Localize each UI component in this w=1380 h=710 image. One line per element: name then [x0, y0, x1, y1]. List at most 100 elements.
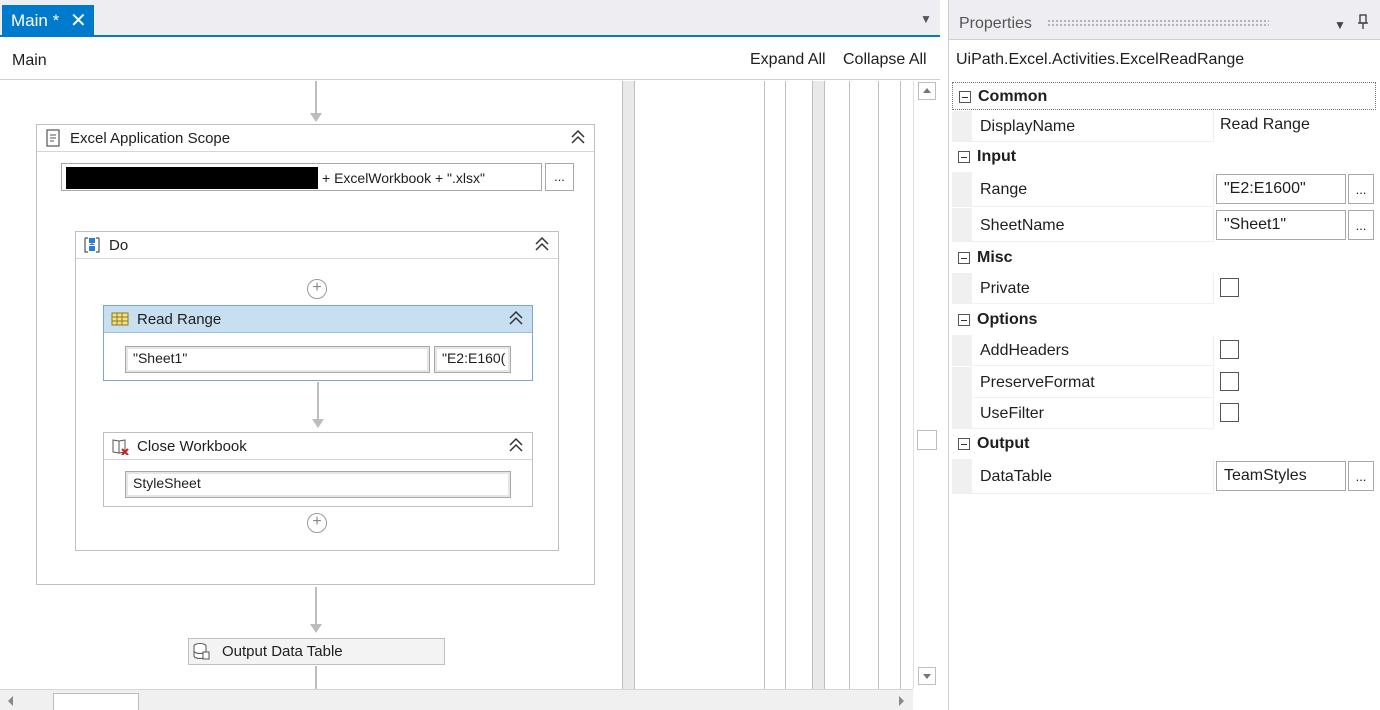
scroll-thumb[interactable] — [917, 430, 937, 450]
property-name-cell: Range — [972, 172, 1213, 207]
activity-header[interactable]: Read Range — [104, 306, 532, 333]
designer-header: Main Expand All Collapse All — [0, 38, 940, 80]
browse-button[interactable]: ... — [545, 163, 574, 191]
property-name: UseFilter — [980, 405, 1045, 422]
preserveformat-checkbox[interactable] — [1220, 372, 1239, 391]
breadcrumb[interactable]: Main — [12, 52, 47, 70]
vertical-scrollbar[interactable] — [913, 81, 939, 689]
usefilter-checkbox[interactable] — [1220, 403, 1239, 422]
workbook-path-field[interactable]: + ExcelWorkbook + ".xlsx" — [61, 163, 542, 191]
category-label: Common — [978, 88, 1048, 105]
horizontal-scrollbar[interactable] — [0, 689, 913, 710]
connector-line — [317, 382, 319, 420]
sheet-name-field[interactable]: "Sheet1" — [125, 346, 430, 373]
addheaders-checkbox[interactable] — [1220, 340, 1239, 359]
range-field[interactable]: "E2:E160( — [434, 346, 511, 373]
property-value-cell[interactable]: Read Range — [1214, 111, 1376, 142]
collapse-category-icon[interactable] — [958, 252, 970, 264]
redacted-block — [66, 167, 318, 189]
property-value-cell[interactable]: "Sheet1" ... — [1214, 208, 1376, 242]
property-value-cell — [1214, 398, 1376, 429]
read-range-activity[interactable]: Read Range "Sheet1" "E2:E160( — [103, 305, 533, 381]
range-input[interactable]: "E2:E1600" — [1216, 174, 1346, 204]
activity-title: Do — [109, 237, 129, 254]
activity-title: Close Workbook — [137, 438, 247, 455]
property-name-cell: Private — [972, 273, 1213, 304]
canvas-divider-line — [785, 81, 786, 689]
property-value-cell[interactable]: TeamStyles ... — [1214, 459, 1376, 494]
datatable-input[interactable]: TeamStyles — [1216, 461, 1346, 491]
connector-line — [315, 666, 317, 689]
collapse-category-icon[interactable] — [959, 91, 971, 103]
property-row-addheaders[interactable]: AddHeaders — [952, 335, 1376, 366]
collapse-category-icon[interactable] — [958, 314, 970, 326]
chevron-up-double-icon[interactable] — [508, 309, 524, 327]
document-icon — [46, 129, 60, 147]
chevron-up-double-icon[interactable] — [570, 128, 586, 146]
canvas-divider-line — [900, 81, 901, 689]
displayname-value[interactable]: Read Range — [1220, 116, 1310, 134]
property-row-sheetname[interactable]: SheetName "Sheet1" ... — [952, 208, 1376, 242]
properties-title-bar: Properties ▼ — [949, 0, 1380, 40]
property-row-usefilter[interactable]: UseFilter — [952, 398, 1376, 429]
close-book-icon — [112, 439, 129, 455]
category-output[interactable]: Output — [952, 430, 1376, 458]
drag-grip[interactable] — [1047, 19, 1269, 26]
pin-icon[interactable] — [1357, 14, 1369, 33]
do-sequence[interactable]: Do + Read Range "Sheet1" "E2:E160(Close… — [75, 231, 559, 551]
scroll-left-icon[interactable] — [6, 695, 16, 707]
chevron-up-double-icon[interactable] — [534, 235, 550, 253]
category-input[interactable]: Input — [952, 143, 1376, 171]
collapse-category-icon[interactable] — [958, 151, 970, 163]
connector-line — [315, 81, 317, 114]
properties-panel: Properties ▼ UiPath.Excel.Activities.Exc… — [948, 0, 1380, 710]
category-options[interactable]: Options — [952, 306, 1376, 334]
property-name-cell: AddHeaders — [972, 335, 1213, 366]
document-tab-strip: Main * ✕ ▼ — [0, 0, 940, 37]
scroll-up-icon[interactable] — [918, 82, 936, 100]
property-row-range[interactable]: Range "E2:E1600" ... — [952, 172, 1376, 207]
close-workbook-activity[interactable]: Close Workbook StyleSheet — [103, 432, 533, 507]
properties-title: Properties — [959, 15, 1032, 32]
chevron-up-double-icon[interactable] — [508, 436, 524, 454]
output-data-table-activity[interactable]: Output Data Table — [188, 638, 445, 665]
connector-arrow — [312, 419, 324, 428]
collapse-category-icon[interactable] — [958, 438, 970, 450]
scroll-down-icon[interactable] — [918, 667, 936, 685]
property-row-private[interactable]: Private — [952, 273, 1376, 304]
property-row-displayname[interactable]: DisplayName Read Range — [952, 111, 1376, 142]
property-name: DataTable — [980, 468, 1053, 485]
activity-header[interactable]: Excel Application Scope — [37, 125, 594, 152]
panel-menu-chevron-down-icon[interactable]: ▼ — [1334, 18, 1346, 32]
add-activity-plus-icon[interactable]: + — [307, 279, 327, 299]
workbook-field[interactable]: StyleSheet — [125, 471, 511, 498]
tab-main[interactable]: Main * ✕ — [2, 5, 94, 37]
private-checkbox[interactable] — [1220, 278, 1239, 297]
activity-header[interactable]: Close Workbook — [104, 433, 532, 460]
datatable-value: TeamStyles — [1224, 467, 1307, 484]
expand-all-button[interactable]: Expand All — [750, 51, 826, 69]
designer-canvas[interactable]: Excel Application Scope + ExcelWorkbook … — [0, 81, 940, 689]
range-browse-button[interactable]: ... — [1348, 174, 1374, 204]
scroll-thumb[interactable] — [53, 693, 139, 710]
sheetname-browse-button[interactable]: ... — [1348, 210, 1374, 240]
add-activity-plus-icon[interactable]: + — [307, 513, 327, 533]
canvas-divider-line — [812, 81, 813, 689]
activity-header[interactable]: Do — [76, 232, 558, 259]
category-misc[interactable]: Misc — [952, 244, 1376, 272]
sheetname-input[interactable]: "Sheet1" — [1216, 210, 1346, 240]
property-row-preserveformat[interactable]: PreserveFormat — [952, 367, 1376, 398]
property-value-cell[interactable]: "E2:E1600" ... — [1214, 172, 1376, 207]
property-value-cell — [1214, 335, 1376, 366]
range-value: "E2:E1600" — [1224, 180, 1306, 197]
category-common[interactable]: Common — [952, 82, 1376, 110]
excel-application-scope[interactable]: Excel Application Scope + ExcelWorkbook … — [36, 124, 595, 585]
scroll-right-icon[interactable] — [896, 695, 906, 707]
tab-dropdown-icon[interactable]: ▼ — [920, 12, 932, 26]
connector-arrow — [310, 624, 322, 633]
datatable-browse-button[interactable]: ... — [1348, 461, 1374, 491]
collapse-all-button[interactable]: Collapse All — [843, 51, 927, 69]
property-row-datatable[interactable]: DataTable TeamStyles ... — [952, 459, 1376, 494]
close-icon[interactable]: ✕ — [70, 8, 87, 33]
activity-title: Read Range — [137, 311, 222, 328]
